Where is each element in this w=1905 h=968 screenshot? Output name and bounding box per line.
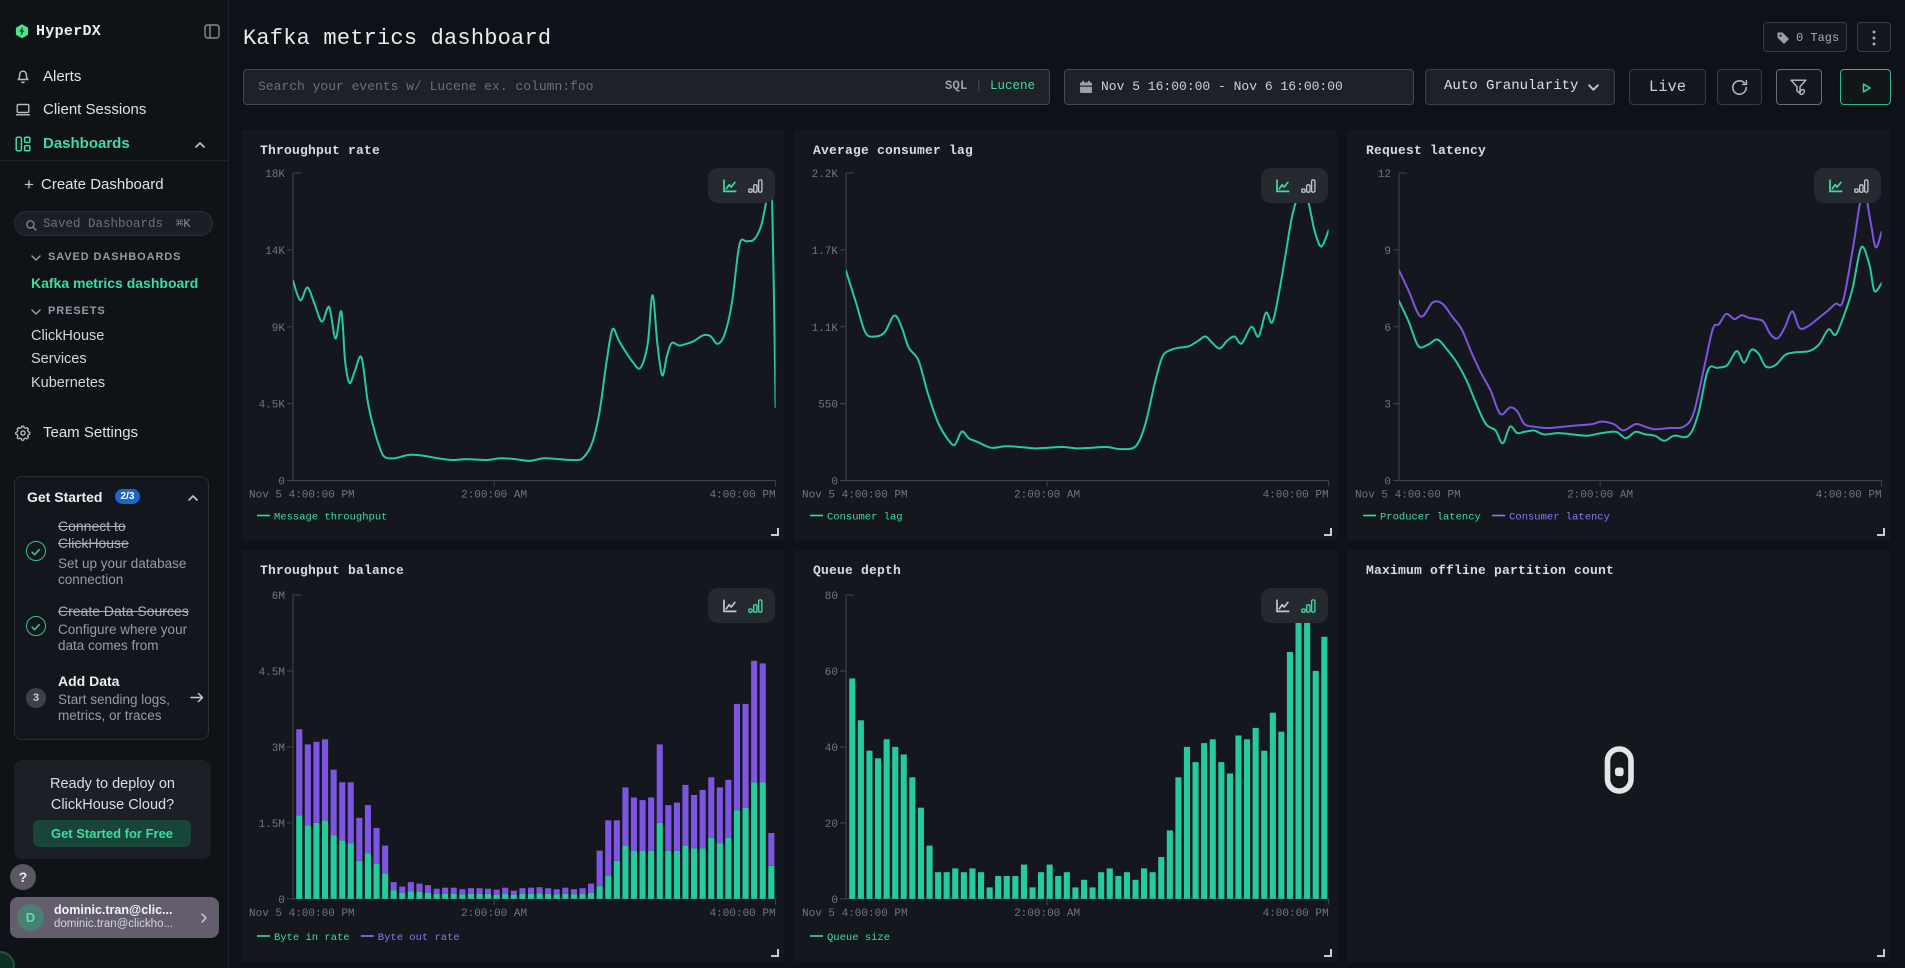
svg-text:Nov 5 4:00:00 PM: Nov 5 4:00:00 PM [249, 490, 355, 502]
svg-text:1.1K: 1.1K [812, 323, 839, 335]
svg-text:6M: 6M [272, 591, 285, 603]
svg-text:60: 60 [825, 667, 838, 679]
svg-text:14K: 14K [265, 246, 285, 258]
svg-text:4:00:00 PM: 4:00:00 PM [1263, 908, 1329, 920]
svg-text:1.5M: 1.5M [259, 819, 285, 831]
svg-text:Nov 5 4:00:00 PM: Nov 5 4:00:00 PM [802, 908, 908, 920]
svg-text:6: 6 [1384, 323, 1391, 335]
svg-text:9K: 9K [272, 323, 286, 335]
svg-text:Message throughput: Message throughput [274, 512, 387, 524]
svg-text:3M: 3M [272, 743, 285, 755]
svg-text:Byte in rate: Byte in rate [274, 932, 350, 944]
svg-text:2.2K: 2.2K [812, 169, 839, 181]
svg-text:40: 40 [825, 743, 838, 755]
svg-text:4:00:00 PM: 4:00:00 PM [710, 908, 776, 920]
svg-text:Nov 5 4:00:00 PM: Nov 5 4:00:00 PM [802, 490, 908, 502]
svg-text:4.5K: 4.5K [259, 400, 286, 412]
svg-text:0: 0 [831, 477, 838, 489]
svg-text:1.7K: 1.7K [812, 246, 839, 258]
svg-text:Nov 5 4:00:00 PM: Nov 5 4:00:00 PM [249, 908, 355, 920]
svg-text:Consumer latency: Consumer latency [1509, 512, 1610, 524]
svg-text:4:00:00 PM: 4:00:00 PM [1263, 490, 1329, 502]
svg-text:Nov 5 4:00:00 PM: Nov 5 4:00:00 PM [1355, 490, 1461, 502]
svg-text:4:00:00 PM: 4:00:00 PM [1816, 490, 1882, 502]
svg-text:Consumer lag: Consumer lag [827, 512, 903, 524]
svg-text:0: 0 [831, 895, 838, 907]
svg-text:2:00:00 AM: 2:00:00 AM [461, 490, 527, 502]
svg-text:Byte out rate: Byte out rate [378, 932, 460, 944]
svg-text:18K: 18K [265, 169, 285, 181]
svg-text:4.5M: 4.5M [259, 667, 285, 679]
svg-text:12: 12 [1378, 169, 1391, 181]
svg-text:4:00:00 PM: 4:00:00 PM [710, 490, 776, 502]
svg-text:2:00:00 AM: 2:00:00 AM [1014, 908, 1080, 920]
svg-text:Producer latency: Producer latency [1380, 512, 1481, 524]
svg-text:9: 9 [1384, 246, 1391, 258]
svg-text:550: 550 [818, 400, 838, 412]
svg-text:0: 0 [278, 477, 285, 489]
svg-text:0: 0 [278, 895, 285, 907]
svg-text:2:00:00 AM: 2:00:00 AM [1567, 490, 1633, 502]
svg-text:80: 80 [825, 591, 838, 603]
svg-text:20: 20 [825, 819, 838, 831]
svg-text:2:00:00 AM: 2:00:00 AM [1014, 490, 1080, 502]
svg-text:Queue size: Queue size [827, 932, 890, 944]
svg-text:2:00:00 AM: 2:00:00 AM [461, 908, 527, 920]
svg-text:0: 0 [1384, 477, 1391, 489]
svg-text:3: 3 [1384, 400, 1391, 412]
